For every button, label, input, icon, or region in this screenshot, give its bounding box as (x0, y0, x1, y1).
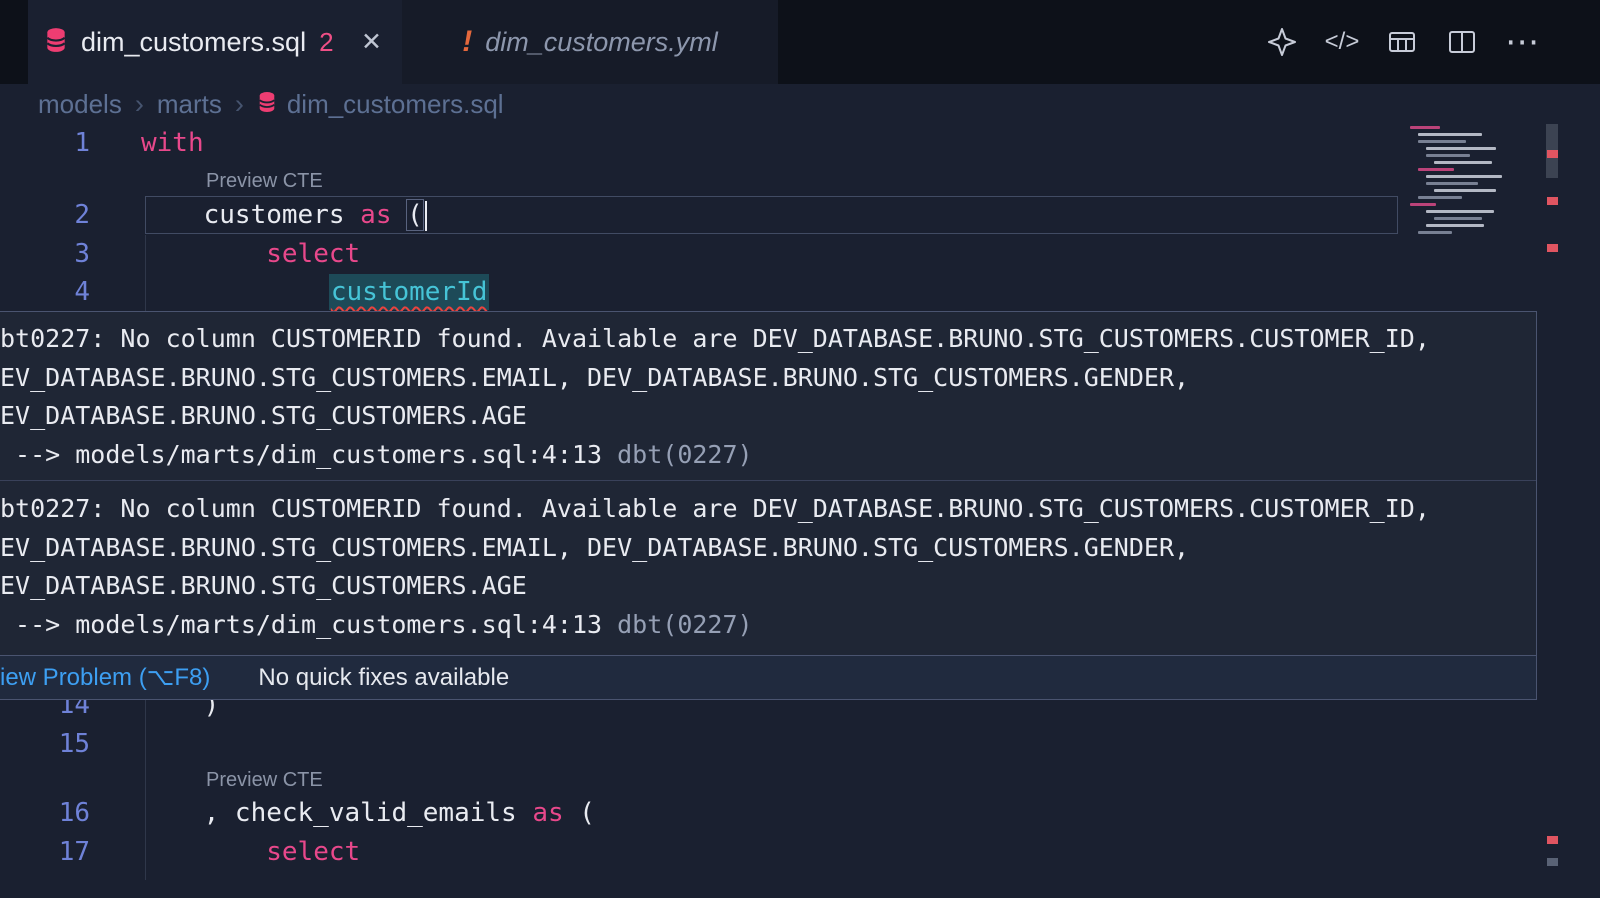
code-token (141, 837, 266, 867)
code-token: , check_valid_emails (141, 798, 532, 828)
close-icon[interactable]: ✕ (357, 25, 386, 59)
diagnostic-message: bt0227: No column CUSTOMERID found. Avai… (0, 490, 1536, 644)
diagnostic-location-link[interactable]: --> models/marts/dim_customers.sql:4:13 (0, 440, 602, 469)
line-number: 4 (0, 273, 92, 312)
line-number: 2 (0, 196, 92, 235)
split-editor-icon[interactable] (1444, 24, 1480, 60)
code-token: ( (564, 798, 595, 828)
tab-label: dim_customers.yml (485, 27, 718, 58)
line-number: 15 (0, 725, 92, 764)
tab-bar: dim_customers.sql 2 ✕ ! dim_customers.ym… (0, 0, 1600, 84)
diagnostic-text: EV_DATABASE.BRUNO.STG_CUSTOMERS.AGE (0, 397, 1536, 436)
tab-label: dim_customers.sql (81, 27, 306, 58)
diagnostic-text: EV_DATABASE.BRUNO.STG_CUSTOMERS.EMAIL, D… (0, 529, 1536, 568)
code-text: select (141, 239, 360, 269)
database-icon (257, 89, 277, 120)
code-text: with (141, 128, 204, 158)
code-line: 16 , check_valid_emails as ( (0, 794, 1600, 833)
hover-widget: bt0227: No column CUSTOMERID found. Avai… (0, 311, 1537, 700)
breadcrumb-file[interactable]: dim_customers.sql (257, 89, 504, 120)
editor-actions: </> ⋯ (1264, 0, 1600, 84)
code-lens: Preview CTE (0, 163, 1600, 197)
diagnostic-source: dbt(0227) (602, 610, 753, 639)
code-token: with (141, 128, 204, 158)
code-line: 3 select (0, 235, 1600, 274)
code-line: 1 with (0, 124, 1600, 163)
code-lens: Preview CTE (0, 763, 1600, 794)
editor-window: dim_customers.sql 2 ✕ ! dim_customers.ym… (0, 0, 1600, 898)
breadcrumb-marts[interactable]: marts (157, 89, 222, 120)
diagnostics-list: bt0227: No column CUSTOMERID found. Avai… (0, 312, 1536, 644)
diagnostic-text: EV_DATABASE.BRUNO.STG_CUSTOMERS.EMAIL, D… (0, 359, 1536, 398)
breadcrumb-models[interactable]: models (38, 89, 122, 120)
view-problem-link[interactable]: iew Problem (⌥F8) (0, 663, 210, 692)
code-line: 17 select (0, 833, 1600, 872)
error-icon: ! (462, 25, 472, 59)
code-lens-label[interactable]: Preview CTE (206, 769, 323, 791)
current-line-highlight (145, 196, 1398, 234)
breadcrumb-filename: dim_customers.sql (287, 89, 504, 120)
line-number: 3 (0, 235, 92, 274)
line-number: 17 (0, 833, 92, 872)
query-results-icon[interactable] (1384, 24, 1420, 60)
chevron-right-icon: › (235, 89, 244, 120)
code-token (141, 239, 266, 269)
code-line: 4 customerId (0, 273, 1600, 312)
code-lens-label[interactable]: Preview CTE (206, 170, 323, 192)
diagnostic-location-line: --> models/marts/dim_customers.sql:4:13 … (0, 436, 1536, 475)
database-icon (44, 27, 68, 58)
modified-badge: 2 (319, 27, 333, 58)
no-quick-fixes-text: No quick fixes available (258, 664, 509, 692)
code-token: select (266, 837, 360, 867)
error-identifier: customerId (329, 274, 490, 310)
diagnostic-location-line: --> models/marts/dim_customers.sql:4:13 … (0, 606, 1536, 645)
code-token: select (266, 239, 360, 269)
code-icon[interactable]: </> (1324, 24, 1360, 60)
tab-dim-customers-yml[interactable]: ! dim_customers.yml (402, 0, 778, 84)
code-lines-bottom: 14 )15Preview CTE16 , check_valid_emails… (0, 686, 1600, 871)
tab-dim-customers-sql[interactable]: dim_customers.sql 2 ✕ (28, 0, 402, 84)
code-line: 15 (0, 725, 1600, 764)
diagnostic-text: bt0227: No column CUSTOMERID found. Avai… (0, 490, 1536, 529)
hover-footer: iew Problem (⌥F8) No quick fixes availab… (0, 655, 1536, 699)
code-token (141, 277, 329, 307)
diagnostic-message: bt0227: No column CUSTOMERID found. Avai… (0, 320, 1536, 474)
code-text: select (141, 837, 360, 867)
code-token: as (532, 798, 563, 828)
diagnostic-location-link[interactable]: --> models/marts/dim_customers.sql:4:13 (0, 610, 602, 639)
code-text: , check_valid_emails as ( (141, 798, 595, 828)
dbt-icon[interactable] (1264, 24, 1300, 60)
line-number: 16 (0, 794, 92, 833)
hover-divider (0, 480, 1536, 481)
diagnostic-source: dbt(0227) (602, 440, 753, 469)
chevron-right-icon: › (135, 89, 144, 120)
diagnostic-text: EV_DATABASE.BRUNO.STG_CUSTOMERS.AGE (0, 567, 1536, 606)
more-actions-icon[interactable]: ⋯ (1504, 24, 1540, 60)
line-number: 1 (0, 124, 92, 163)
code-text: customerId (141, 277, 489, 307)
diagnostic-text: bt0227: No column CUSTOMERID found. Avai… (0, 320, 1536, 359)
breadcrumb: models › marts › dim_customers.sql (0, 84, 1600, 124)
